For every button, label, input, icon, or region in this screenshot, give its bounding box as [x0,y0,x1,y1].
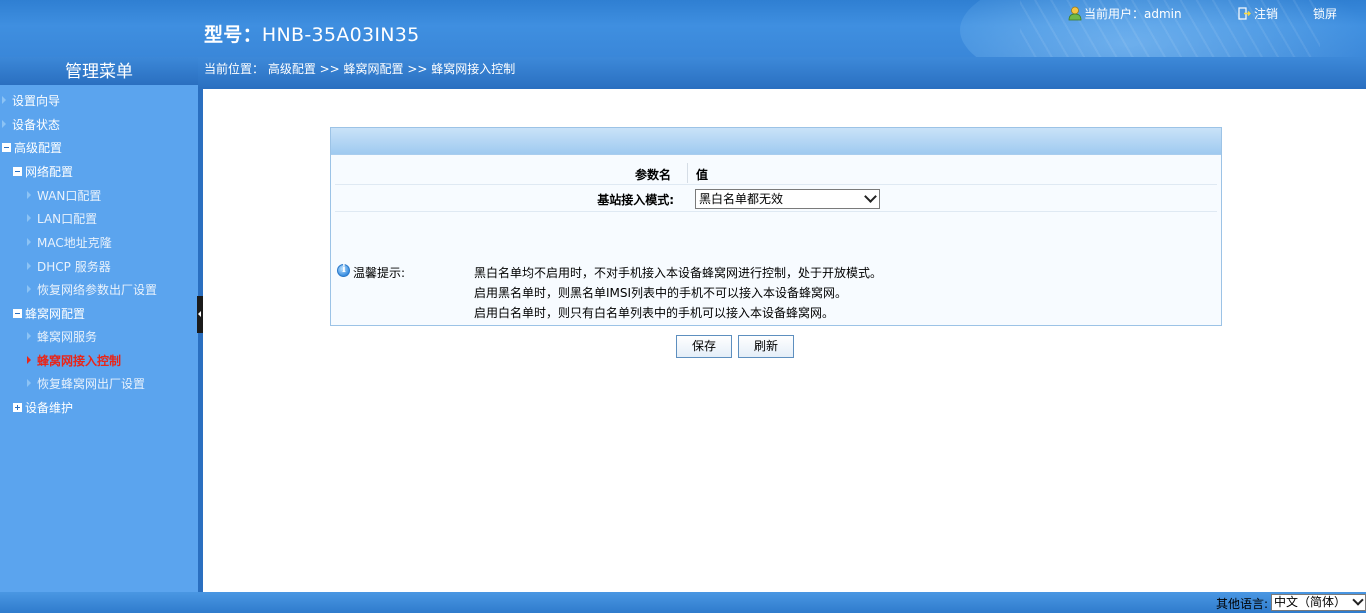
info-icon [337,264,350,277]
sidebar-item-label: 高级配置 [14,141,63,155]
sidebar-item-reset-network[interactable]: 恢复网络参数出厂设置 [27,281,157,298]
tip-line: 黑白名单均不启用时，不对手机接入本设备蜂窝网进行控制，处于开放模式。 [474,266,883,280]
sidebar-item-advanced-config[interactable]: 高级配置 [2,139,62,156]
logout-icon [1238,7,1251,20]
sidebar-item-label: LAN口配置 [37,212,98,226]
sidebar-item-label: 蜂窝网配置 [25,307,86,321]
model-prefix: 型号： [204,24,262,46]
language-value: 中文（简体） [1274,595,1347,609]
column-header-value: 值 [696,168,709,182]
model-title: 型号：HNB-35A03IN35 [204,20,420,47]
sidebar-item-label: 设备状态 [12,118,61,132]
page-header: 型号：HNB-35A03IN35 当前用户：admin 注销 锁屏 [0,0,1366,57]
sidebar-item-cellular-config[interactable]: 蜂窝网配置 [13,305,85,322]
arrow-right-icon [27,356,31,364]
arrow-right-icon [27,332,31,340]
arrow-right-icon [27,262,31,270]
access-mode-label: 基站接入模式: [597,193,674,207]
row-divider [335,184,1217,185]
arrow-right-icon [27,379,31,387]
model-value: HNB-35A03IN35 [261,24,420,46]
collapse-icon [13,309,22,318]
sidebar-item-label: 蜂窝网服务 [37,330,98,344]
refresh-button[interactable]: 刷新 [738,335,794,358]
column-header-param: 参数名 [634,168,671,182]
sidebar-title: 管理菜单 [0,57,198,85]
arrow-right-icon [27,214,31,222]
collapse-icon [2,143,11,152]
sidebar-item-device-status[interactable]: 设备状态 [2,116,60,133]
arrow-right-icon [27,238,31,246]
arrow-right-icon [2,120,6,128]
lock-screen-button[interactable]: 锁屏 [1313,5,1337,22]
tip-line: 启用黑名单时，则黑名单IMSI列表中的手机不可以接入本设备蜂窝网。 [474,286,848,300]
sidebar-item-cellular-service[interactable]: 蜂窝网服务 [27,328,97,345]
sidebar-item-label: DHCP 服务器 [37,260,111,274]
sidebar-item-label: 恢复网络参数出厂设置 [37,283,158,297]
sidebar-item-wan-config[interactable]: WAN口配置 [27,187,101,204]
sidebar-item-label: WAN口配置 [37,189,102,203]
expand-icon [13,403,22,412]
sidebar-item-lan-config[interactable]: LAN口配置 [27,210,97,227]
arrow-right-icon [27,285,31,293]
panel-header [331,128,1221,155]
breadcrumb: 当前位置： 高级配置 >> 蜂窝网配置 >> 蜂窝网接入控制 [198,57,1366,89]
language-select[interactable]: 中文（简体） [1271,594,1366,611]
collapse-icon [13,167,22,176]
logout-label: 注销 [1254,7,1279,21]
breadcrumb-text: 当前位置： 高级配置 >> 蜂窝网配置 >> 蜂窝网接入控制 [204,62,516,76]
sidebar-item-reset-cellular[interactable]: 恢复蜂窝网出厂设置 [27,375,145,392]
sidebar-item-label: 设备维护 [25,401,74,415]
sidebar-item-network-config[interactable]: 网络配置 [13,163,73,180]
sidebar-item-device-maintenance[interactable]: 设备维护 [13,399,73,416]
sidebar-item-mac-clone[interactable]: MAC地址克隆 [27,234,112,251]
current-user: 当前用户：admin [1068,5,1182,22]
sidebar-item-dhcp-server[interactable]: DHCP 服务器 [27,258,111,275]
access-mode-value: 黑白名单都无效 [699,192,784,206]
tip-line: 启用白名单时，则只有白名单列表中的手机可以接入本设备蜂窝网。 [474,306,835,320]
chevron-down-icon [864,190,877,203]
sidebar-item-cellular-access-control[interactable]: 蜂窝网接入控制 [27,352,121,369]
access-mode-select[interactable]: 黑白名单都无效 [695,189,880,209]
column-divider [687,163,688,183]
current-user-text: 当前用户：admin [1084,7,1182,21]
config-panel: 参数名 值 基站接入模式: 黑白名单都无效 温馨提示: 黑白名单均不启用时，不对… [330,127,1222,326]
sidebar-item-label: 恢复蜂窝网出厂设置 [37,377,146,391]
sidebar-item-label: MAC地址克隆 [37,236,112,250]
sidebar-item-setup-wizard[interactable]: 设置向导 [2,92,60,109]
language-label: 其他语言: [1216,597,1269,611]
sidebar-item-label: 设置向导 [12,94,61,108]
sidebar-toggle-button[interactable] [197,296,203,333]
arrow-right-icon [2,96,6,104]
tip-label: 温馨提示: [353,266,406,280]
row-divider [335,211,1217,212]
page-footer: 其他语言: 中文（简体） [0,592,1366,613]
sidebar-item-label: 网络配置 [25,165,74,179]
user-icon [1068,6,1082,21]
logout-button[interactable]: 注销 [1238,5,1278,22]
chevron-down-icon [1352,594,1364,606]
arrow-right-icon [27,191,31,199]
save-button[interactable]: 保存 [676,335,732,358]
sidebar: 管理菜单 [0,57,198,592]
sidebar-item-label: 蜂窝网接入控制 [37,354,122,368]
